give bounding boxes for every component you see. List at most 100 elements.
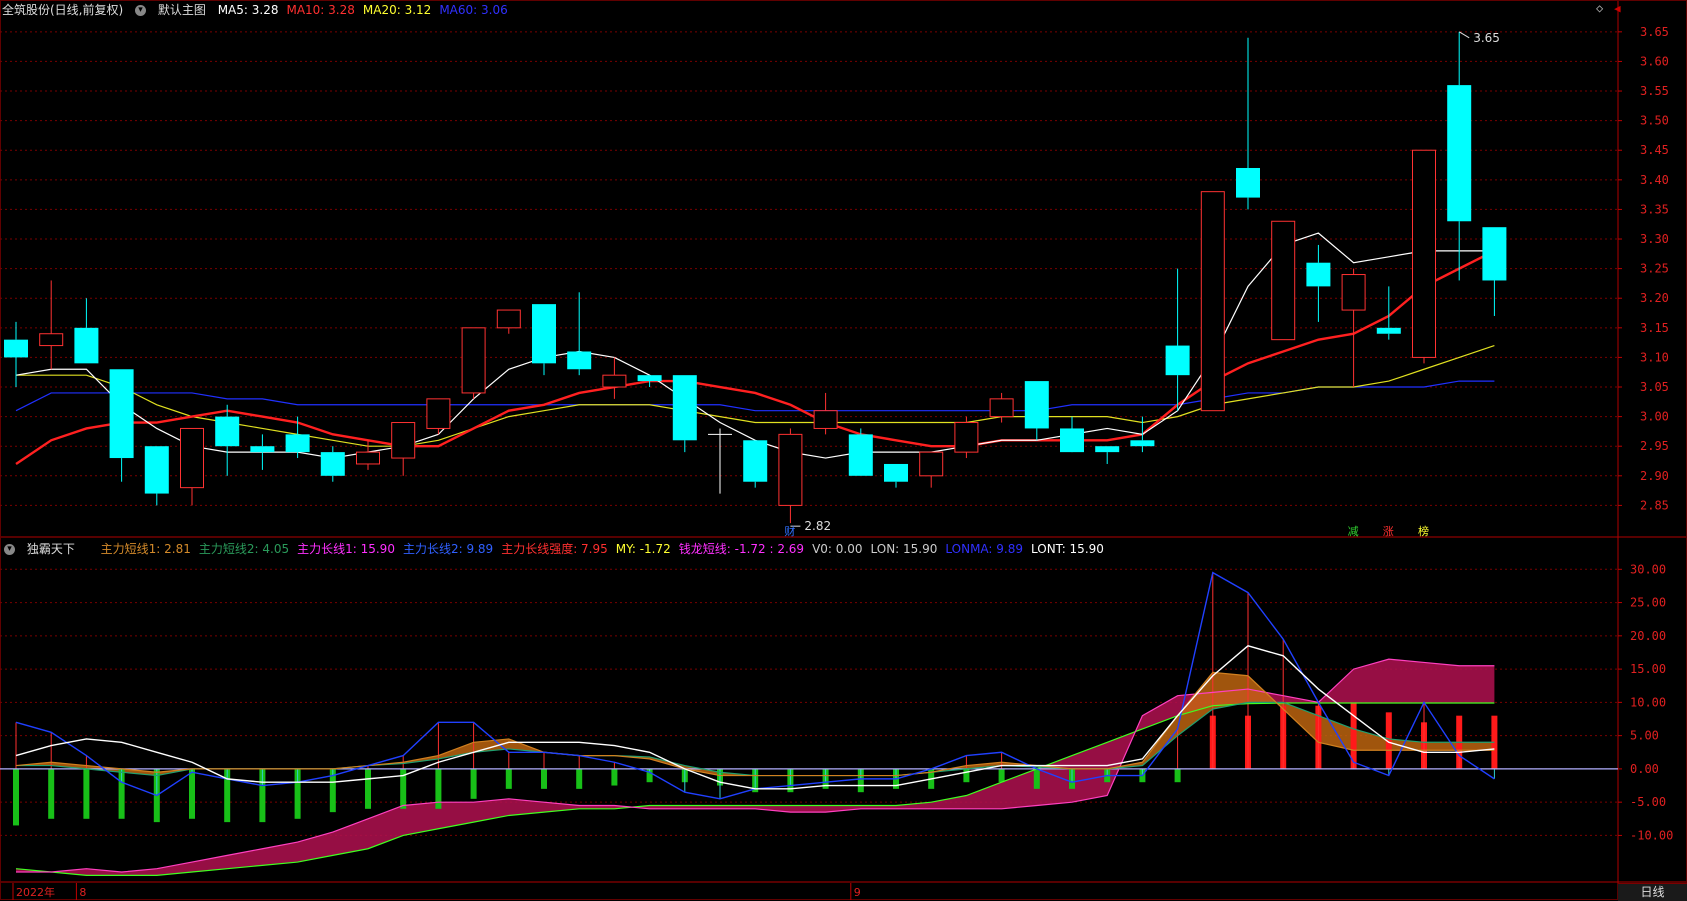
candle-body xyxy=(1271,220,1296,341)
kline-chart[interactable]: 3.65 3.60 3.55 3.50 3.45 3.40 3.35 3.30 3.25 3.20… xyxy=(0,0,1687,900)
time-axis-label: 2022年 xyxy=(16,885,55,899)
short1-line xyxy=(15,671,1495,777)
strength-bar xyxy=(365,768,371,809)
candle-body xyxy=(1165,345,1190,376)
stock-title: 全筑股份(日线,前复权) xyxy=(2,3,124,17)
candle-body xyxy=(215,416,240,447)
candle-body xyxy=(1024,381,1049,429)
short-line-area xyxy=(16,672,1495,776)
sub-legend-4: 主力长线强度: 7.95 xyxy=(501,542,608,556)
sub-legend-8: LON: 15.90 xyxy=(870,542,938,556)
ma-legend-3: MA60: 3.06 xyxy=(439,3,508,17)
price-tick-label: 3.15 xyxy=(1640,321,1669,335)
price-tick-label: 3.00 xyxy=(1640,410,1669,424)
price-tick-label: 3.40 xyxy=(1640,173,1669,187)
price-tick-label: 3.35 xyxy=(1640,202,1669,216)
candle-body xyxy=(496,309,521,329)
sub-legend-7: V0: 0.00 xyxy=(812,542,863,556)
candle-body xyxy=(1482,227,1507,281)
lont-white-line xyxy=(15,645,1495,790)
sub-legend-10: LONT: 15.90 xyxy=(1031,542,1104,556)
strength-bar xyxy=(13,768,19,826)
candle-body xyxy=(813,410,838,429)
strength-bar xyxy=(1174,768,1181,783)
candle-body xyxy=(919,451,944,477)
price-tick-label: 3.60 xyxy=(1640,54,1669,68)
candle-body xyxy=(461,327,486,394)
strength-bar xyxy=(505,768,512,789)
price-tick-label: 3.55 xyxy=(1640,84,1669,98)
candle-body xyxy=(637,375,662,382)
short2-line xyxy=(16,701,1495,777)
candle-body xyxy=(532,304,556,364)
strength-bar xyxy=(470,768,477,799)
sub-tick-label: -5.00 xyxy=(1630,795,1666,809)
sub-tick-label: 5.00 xyxy=(1630,729,1659,743)
sub-indicator-name[interactable]: 独霸天下 xyxy=(27,542,75,556)
candle-body xyxy=(39,333,64,347)
strength-bar xyxy=(576,768,583,789)
candle-body xyxy=(954,422,979,453)
price-tick-label: 3.30 xyxy=(1640,232,1669,246)
candle-body xyxy=(391,422,416,459)
sub-legend-3: 主力长线2: 9.89 xyxy=(402,542,494,556)
candle-body xyxy=(1060,428,1084,453)
candle-body xyxy=(285,434,310,453)
strength-bar xyxy=(189,768,195,819)
candle-body xyxy=(672,375,697,441)
sub-tick-label: 15.00 xyxy=(1630,662,1666,676)
candle-body xyxy=(1130,440,1155,447)
candle-body xyxy=(1200,191,1225,412)
candle-body xyxy=(426,398,451,429)
ma60-line xyxy=(15,380,1495,412)
sub-tick-label: 30.00 xyxy=(1630,562,1666,576)
price-tick-label: 3.25 xyxy=(1640,262,1669,276)
strength-bar xyxy=(541,768,547,789)
price-tick-label: 3.65 xyxy=(1640,25,1669,39)
candle-body xyxy=(1236,167,1260,198)
candle-body xyxy=(109,369,134,459)
candle-body xyxy=(1447,85,1472,222)
sub-tick-label: -10.00 xyxy=(1630,828,1673,842)
price-tick-label: 3.50 xyxy=(1640,114,1669,128)
price-tick-label: 3.05 xyxy=(1640,380,1669,394)
price-tick-label: 2.90 xyxy=(1640,469,1669,483)
strength-bar xyxy=(83,768,90,819)
price-tick-label: 3.10 xyxy=(1640,350,1669,364)
event-marker: 减 xyxy=(1348,525,1359,538)
price-tick-label: 3.20 xyxy=(1640,291,1669,305)
sub-legend-1: 主力短线2: 4.05 xyxy=(198,542,290,556)
sub-legend-2: 主力长线1: 15.90 xyxy=(297,542,395,556)
collapse-icon[interactable]: ◀ xyxy=(1614,2,1621,15)
diamond-icon[interactable]: ◇ xyxy=(1596,1,1603,15)
candle-body xyxy=(567,351,592,370)
candle-body xyxy=(778,433,803,506)
candle-body xyxy=(1376,327,1401,334)
time-axis-label: 9 xyxy=(854,886,861,899)
candle-body xyxy=(356,451,380,465)
price-tick-label: 2.85 xyxy=(1640,498,1669,512)
event-marker: 涨 xyxy=(1383,525,1394,538)
ma-legend-0: MA5: 3.28 xyxy=(217,3,279,17)
lon-magenta-line xyxy=(16,658,1495,873)
sub-chart-header: ▾ 独霸天下 主力短线1: 2.81 主力短线2: 4.05 主力长线1: 15.9… xyxy=(2,539,1120,559)
ma-legend-1: MA10: 3.28 xyxy=(286,3,355,17)
sub-legend-5: MY: -1.72 xyxy=(615,542,671,556)
strength-bar xyxy=(48,768,55,819)
candle-body xyxy=(250,446,275,453)
candle-body xyxy=(180,427,204,489)
event-marker: 财 xyxy=(784,524,795,538)
sub-indicator-settings-icon[interactable]: ▾ xyxy=(4,544,15,555)
candle-body xyxy=(1412,149,1436,358)
ma-legend-2: MA20: 3.12 xyxy=(362,3,432,17)
strength-bar xyxy=(611,768,618,786)
strength-bar xyxy=(1033,768,1040,789)
sub-tick-label: 10.00 xyxy=(1630,695,1666,709)
candle-body xyxy=(1095,446,1120,453)
indicator-settings-icon[interactable]: ▾ xyxy=(135,5,147,16)
main-indicator-name[interactable]: 默认主图 xyxy=(158,3,206,17)
candle-body xyxy=(320,452,345,476)
long-line-area xyxy=(16,659,1495,876)
period-label[interactable]: 日线 xyxy=(1618,883,1687,901)
high-annotation: 3.65 xyxy=(1473,31,1500,45)
